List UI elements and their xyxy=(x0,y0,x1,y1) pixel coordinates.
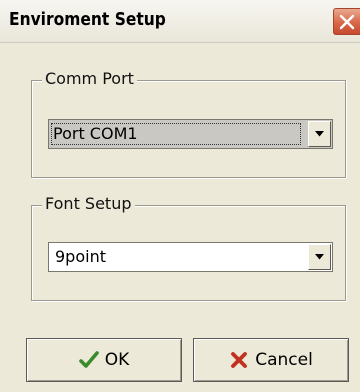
comm-port-select[interactable]: Port COM1 xyxy=(48,119,333,149)
comm-port-group: Comm Port Port COM1 xyxy=(31,69,346,178)
chevron-down-icon xyxy=(315,254,324,260)
ok-button[interactable]: OK xyxy=(26,338,182,382)
cancel-label: Cancel xyxy=(255,350,313,370)
close-icon xyxy=(339,14,355,30)
font-setup-group: Font Setup 9point xyxy=(31,194,346,301)
font-size-value: 9point xyxy=(55,247,106,266)
chevron-down-icon xyxy=(315,131,324,137)
environment-setup-dialog: Enviroment Setup Comm Port Port COM1 Fon… xyxy=(0,0,360,392)
close-button[interactable] xyxy=(333,8,360,35)
comm-port-legend: Comm Port xyxy=(42,69,137,88)
comm-port-value: Port COM1 xyxy=(51,123,301,145)
x-icon xyxy=(231,352,248,368)
window-title: Enviroment Setup xyxy=(9,9,166,30)
cancel-button[interactable]: Cancel xyxy=(193,338,349,382)
ok-label: OK xyxy=(104,350,130,370)
font-size-dropdown-button[interactable] xyxy=(308,244,331,270)
comm-port-dropdown-button[interactable] xyxy=(308,121,331,147)
checkmark-icon xyxy=(78,351,99,368)
font-size-select[interactable]: 9point xyxy=(48,242,333,272)
font-setup-legend: Font Setup xyxy=(42,194,135,213)
title-bar[interactable]: Enviroment Setup xyxy=(0,0,360,43)
